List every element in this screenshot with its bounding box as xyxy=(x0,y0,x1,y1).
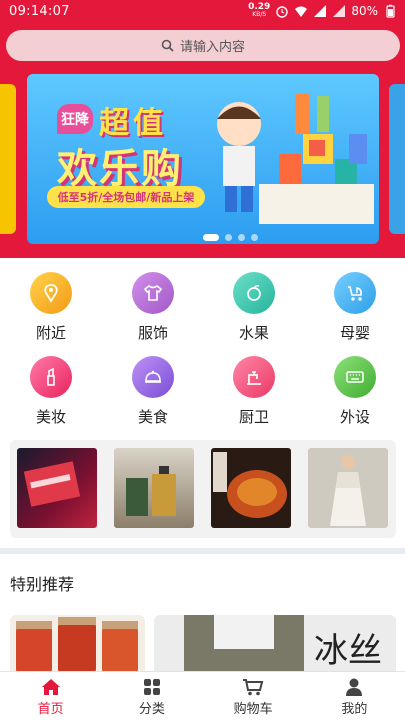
thumbnail-food[interactable] xyxy=(211,448,291,528)
category-food[interactable]: 美食 xyxy=(113,356,193,427)
tab-home[interactable]: 首页 xyxy=(0,672,101,720)
category-clothing[interactable]: 服饰 xyxy=(113,272,193,343)
status-bar: 09:14:07 0.29 KB/S 80% xyxy=(0,0,405,24)
shirt-icon xyxy=(132,272,174,314)
faucet-icon xyxy=(233,356,275,398)
status-icons: 0.29 KB/S 80% xyxy=(248,3,397,19)
banner-next-peek[interactable] xyxy=(389,84,405,234)
category-icon xyxy=(143,679,160,695)
status-time: 09:14:07 xyxy=(9,4,70,19)
banner-badge: 狂降 xyxy=(57,104,93,134)
cart-icon xyxy=(243,679,264,696)
tab-category[interactable]: 分类 xyxy=(101,672,202,720)
stroller-icon xyxy=(334,272,376,314)
banner-slide[interactable]: 狂降 超值 欢乐购 低至5折/全场包邮/新品上架 xyxy=(27,74,379,244)
alarm-icon xyxy=(276,6,289,18)
banner-dot[interactable] xyxy=(225,234,232,241)
thumbnail-book[interactable] xyxy=(17,448,97,528)
section-divider xyxy=(0,548,405,554)
category-nearby[interactable]: 附近 xyxy=(11,272,91,343)
thumbnail-dress[interactable] xyxy=(308,448,388,528)
category-fruit[interactable]: 水果 xyxy=(214,272,294,343)
banner-prev-peek[interactable] xyxy=(0,84,16,234)
home-icon xyxy=(41,679,60,695)
banner-illustration xyxy=(217,94,374,224)
category-baby[interactable]: 母婴 xyxy=(315,272,395,343)
thumbnail-perfume[interactable] xyxy=(114,448,194,528)
recommend-card-jars[interactable] xyxy=(10,615,145,675)
clothing-text: 冰丝 xyxy=(314,631,382,671)
search-icon xyxy=(161,39,174,52)
banner-indicator xyxy=(203,234,258,241)
recommend-card-clothing[interactable]: 冰丝 xyxy=(154,615,396,675)
user-icon xyxy=(346,678,363,696)
battery-level: 80% xyxy=(351,4,378,18)
battery-icon xyxy=(386,4,395,18)
banner-dot[interactable] xyxy=(203,234,219,241)
wifi-icon xyxy=(295,6,308,17)
location-icon xyxy=(30,272,72,314)
tab-mine[interactable]: 我的 xyxy=(304,672,405,720)
banner-subtitle: 低至5折/全场包邮/新品上架 xyxy=(47,186,205,208)
jars-image xyxy=(16,617,138,675)
thumbnail-strip xyxy=(10,440,396,538)
banner-carousel[interactable]: 狂降 超值 欢乐购 低至5折/全场包邮/新品上架 xyxy=(0,74,405,244)
banner-dot[interactable] xyxy=(238,234,245,241)
tab-cart[interactable]: 购物车 xyxy=(203,672,304,720)
fruit-icon xyxy=(233,272,275,314)
lipstick-icon xyxy=(30,356,72,398)
network-speed: 0.29 KB/S xyxy=(248,2,271,19)
signal-4g-icon xyxy=(333,5,346,17)
banner-dot[interactable] xyxy=(251,234,258,241)
food-cloche-icon xyxy=(132,356,174,398)
search-placeholder: 请输入内容 xyxy=(179,40,245,55)
category-cosmetics[interactable]: 美妆 xyxy=(11,356,91,427)
signal-icon xyxy=(314,5,327,17)
bottom-tab-bar: 首页 分类 购物车 我的 xyxy=(0,671,405,720)
section-title: 特别推荐 xyxy=(10,575,75,594)
category-kitchen[interactable]: 厨卫 xyxy=(214,356,294,427)
search-bar[interactable]: 请输入内容 xyxy=(6,30,400,61)
category-peripherals[interactable]: 外设 xyxy=(315,356,395,427)
keyboard-icon xyxy=(334,356,376,398)
